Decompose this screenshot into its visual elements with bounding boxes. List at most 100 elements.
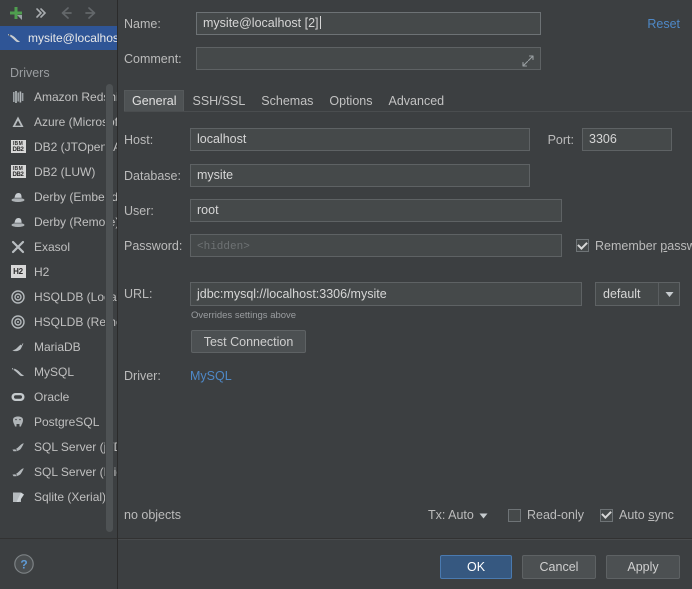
tab-schemas[interactable]: Schemas — [253, 90, 322, 111]
test-connection-button[interactable]: Test Connection — [191, 330, 306, 353]
name-input[interactable]: mysite@localhost [2] — [196, 12, 541, 35]
ok-button[interactable]: OK — [440, 555, 512, 579]
add-icon[interactable] — [5, 2, 27, 24]
driver-item-postgresql[interactable]: PostgreSQL — [0, 409, 117, 434]
driver-item-label: Oracle — [34, 389, 70, 404]
db2-badge: IBM DB2 — [10, 165, 26, 178]
hsqldb-icon — [10, 314, 26, 330]
comment-input[interactable] — [196, 47, 541, 70]
driver-item-db2-jtopen[interactable]: IBMDB2 DB2 (JTOpen, AS/400) — [0, 134, 117, 159]
connection-list: mysite@localhost — [0, 26, 117, 50]
exasol-icon — [10, 239, 26, 255]
driver-row: Driver: MySQL — [124, 369, 232, 383]
cancel-button[interactable]: Cancel — [522, 555, 596, 579]
read-only-checkbox[interactable]: Read-only — [508, 508, 584, 522]
tab-advanced[interactable]: Advanced — [380, 90, 453, 111]
main-panel: Name: mysite@localhost [2] Reset Comment… — [118, 0, 692, 589]
password-row: Password: <hidden> Remember password — [124, 234, 692, 257]
name-row: Name: mysite@localhost [2] — [124, 12, 541, 35]
url-scheme-value: default — [603, 287, 641, 301]
url-scheme-dropdown[interactable]: default — [595, 282, 680, 306]
driver-item-mysql[interactable]: MySQL — [0, 359, 117, 384]
checkbox-box[interactable] — [508, 508, 521, 522]
checkbox-box[interactable] — [600, 508, 613, 522]
database-settings-dialog: mysite@localhost Drivers Amazon Redshift — [0, 0, 692, 589]
read-only-label: Read-only — [527, 508, 584, 522]
database-label: Database: — [124, 168, 181, 183]
driver-item-sqlite-xerial[interactable]: Sqlite (Xerial) — [0, 484, 117, 509]
name-label: Name: — [124, 16, 161, 31]
driver-label: Driver: — [124, 369, 161, 383]
driver-item-azure[interactable]: Azure (Microsoft) — [0, 109, 117, 134]
driver-item-mariadb[interactable]: MariaDB — [0, 334, 117, 359]
user-row: User: root — [124, 199, 562, 222]
remember-password-label: Remember password — [595, 238, 692, 253]
transaction-mode-label: Tx: Auto — [428, 508, 474, 522]
auto-sync-checkbox[interactable]: Auto sync — [600, 508, 674, 522]
db2-badge: IBM DB2 — [10, 140, 26, 153]
expand-all-icon[interactable] — [30, 2, 52, 24]
host-input[interactable]: localhost — [190, 128, 530, 151]
sqlserver-icon — [10, 439, 26, 455]
scrollbar-thumb[interactable] — [106, 84, 113, 532]
expand-diagonal-icon[interactable] — [522, 53, 534, 67]
url-label: URL: — [124, 287, 153, 301]
drivers-header: Drivers — [10, 66, 50, 80]
transaction-mode-dropdown[interactable]: Tx: Auto — [428, 508, 488, 522]
help-question-icon[interactable]: ? — [13, 553, 35, 578]
sqlserver-icon — [10, 464, 26, 480]
back-arrow-icon[interactable] — [55, 2, 77, 24]
driver-item-exasol[interactable]: Exasol — [0, 234, 117, 259]
tab-general[interactable]: General — [124, 90, 185, 111]
driver-item-sqlserver-jtds[interactable]: SQL Server (jTDS) — [0, 434, 117, 459]
host-row: Host: localhost Port: 3306 — [124, 128, 672, 151]
auto-sync-label: Auto sync — [619, 508, 674, 522]
dialog-button-bar: OK Cancel Apply — [118, 545, 692, 589]
h2-badge: H2 — [10, 265, 26, 278]
amazon-redshift-icon — [10, 89, 26, 105]
forward-arrow-icon[interactable] — [80, 2, 102, 24]
connection-item-mysite[interactable]: mysite@localhost — [0, 26, 117, 50]
user-input[interactable]: root — [190, 199, 562, 222]
driver-link[interactable]: MySQL — [190, 369, 232, 383]
driver-item-sqlserver-microsoft[interactable]: SQL Server (Microsoft) — [0, 459, 117, 484]
apply-button[interactable]: Apply — [606, 555, 680, 579]
driver-item-h2[interactable]: H2 H2 — [0, 259, 117, 284]
checkbox-box[interactable] — [576, 239, 589, 252]
comment-row: Comment: — [124, 47, 541, 70]
chevron-down-icon[interactable] — [479, 508, 488, 522]
h2-icon: H2 — [10, 264, 26, 280]
driver-item-db2-luw[interactable]: IBM DB2 DB2 (LUW) — [0, 159, 117, 184]
driver-item-derby-remote[interactable]: Derby (Remote) — [0, 209, 117, 234]
sidebar: mysite@localhost Drivers Amazon Redshift — [0, 0, 118, 589]
driver-item-hsqldb-local[interactable]: HSQLDB (Local) — [0, 284, 117, 309]
db2-icon: IBM DB2 — [10, 139, 26, 155]
sidebar-footer: ? — [0, 538, 117, 589]
hsqldb-icon — [10, 289, 26, 305]
driver-item-oracle[interactable]: Oracle — [0, 384, 117, 409]
driver-item-label: H2 — [34, 264, 50, 279]
tab-ssh-ssl[interactable]: SSH/SSL — [184, 90, 254, 111]
driver-item-amazon-redshift[interactable]: Amazon Redshift — [0, 84, 117, 109]
svg-text:?: ? — [20, 558, 27, 572]
tab-options[interactable]: Options — [321, 90, 381, 111]
database-row: Database: mysite — [124, 164, 530, 187]
password-placeholder: <hidden> — [197, 241, 250, 253]
driver-item-label: Sqlite (Xerial) — [34, 489, 107, 504]
overrides-hint: Overrides settings above — [191, 310, 297, 321]
derby-hat-icon — [10, 189, 26, 205]
url-input[interactable]: jdbc:mysql://localhost:3306/mysite — [190, 282, 582, 306]
chevron-down-icon[interactable] — [658, 283, 679, 305]
password-input[interactable]: <hidden> — [190, 234, 562, 257]
database-input[interactable]: mysite — [190, 164, 530, 187]
driver-item-hsqldb-remote[interactable]: HSQLDB (Remote) — [0, 309, 117, 334]
port-input[interactable]: 3306 — [582, 128, 672, 151]
sqlite-icon — [10, 489, 26, 505]
derby-hat-icon — [10, 214, 26, 230]
remember-password-checkbox[interactable]: Remember password — [576, 239, 692, 253]
sidebar-scrollbar[interactable] — [105, 84, 113, 536]
driver-item-derby-embedded[interactable]: Derby (Embedded) — [0, 184, 117, 209]
reset-link[interactable]: Reset — [647, 17, 680, 31]
mysql-dolphin-icon — [6, 30, 22, 46]
mariadb-seal-icon — [10, 339, 26, 355]
